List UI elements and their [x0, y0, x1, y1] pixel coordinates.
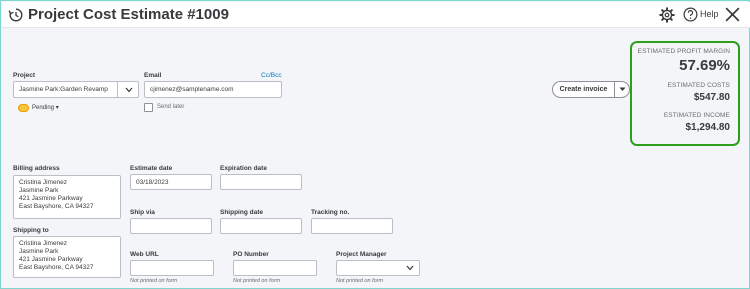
- email-value: cjimenez@samplename.com: [150, 86, 234, 93]
- email-field[interactable]: cjimenez@samplename.com: [144, 81, 282, 98]
- estimate-date-field[interactable]: 03/18/2023: [130, 174, 212, 190]
- expiration-date-label: Expiration date: [220, 165, 267, 172]
- margin-value: 57.69%: [679, 57, 730, 74]
- chevron-down-icon[interactable]: [117, 81, 139, 98]
- estimate-date-value: 03/18/2023: [136, 178, 169, 186]
- history-icon[interactable]: [8, 7, 24, 23]
- close-icon[interactable]: [724, 6, 741, 23]
- address-line: 421 Jasmine Parkway: [19, 195, 83, 202]
- caret-down-icon: [619, 87, 625, 91]
- create-invoice-menu-button[interactable]: [615, 82, 629, 97]
- shipping-date-label: Shipping date: [220, 209, 263, 216]
- send-later-label: Send later: [157, 104, 185, 110]
- tracking-no-label: Tracking no.: [311, 209, 350, 216]
- shipping-to-label: Shipping to: [13, 227, 49, 234]
- help-label[interactable]: Help: [700, 9, 719, 19]
- status-dropdown[interactable]: Pending ▾: [32, 104, 59, 111]
- address-line: Cristina Jimenez: [19, 179, 68, 186]
- address-line: East Bayshore, CA 94327: [19, 203, 94, 210]
- expiration-date-field[interactable]: [220, 174, 302, 190]
- po-number-field[interactable]: [233, 260, 317, 276]
- ship-via-field[interactable]: [130, 218, 212, 234]
- costs-label: ESTIMATED COSTS: [667, 82, 730, 89]
- estimate-date-label: Estimate date: [130, 165, 173, 172]
- create-invoice-button-group: Create invoice: [552, 81, 630, 98]
- po-number-label: PO Number: [233, 251, 269, 258]
- customer-value: Jasmine Park:Garden Revamp: [19, 86, 108, 93]
- cc-bcc-link[interactable]: Cc/Bcc: [261, 72, 282, 79]
- address-line: East Bayshore, CA 94327: [19, 264, 94, 271]
- create-invoice-button[interactable]: Create invoice: [553, 82, 615, 97]
- gear-icon[interactable]: [659, 7, 675, 23]
- profit-summary-panel: ESTIMATED PROFIT MARGIN 57.69% ESTIMATED…: [630, 41, 740, 146]
- billing-address-field[interactable]: Cristina Jimenez Jasmine Park 421 Jasmin…: [13, 175, 121, 219]
- help-icon[interactable]: [683, 7, 698, 22]
- not-printed-note: Not printed on form: [336, 278, 384, 284]
- margin-label: ESTIMATED PROFIT MARGIN: [637, 48, 730, 55]
- web-url-field[interactable]: [130, 260, 214, 276]
- title-bar: Project Cost Estimate #1009 Help: [2, 2, 750, 28]
- customer-label: Project: [13, 72, 36, 79]
- income-value: $1,294.80: [685, 122, 731, 133]
- not-printed-note: Not printed on form: [130, 278, 178, 284]
- estimate-window: Project Cost Estimate #1009 Help Project…: [0, 0, 750, 289]
- tracking-no-field[interactable]: [311, 218, 393, 234]
- project-manager-label: Project Manager: [336, 251, 387, 258]
- chevron-down-icon: [406, 265, 414, 271]
- not-printed-note: Not printed on form: [233, 278, 281, 284]
- billing-address-label: Billing address: [13, 165, 60, 172]
- shipping-date-field[interactable]: [220, 218, 302, 234]
- address-line: 421 Jasmine Parkway: [19, 256, 83, 263]
- web-url-label: Web URL: [130, 251, 159, 258]
- email-label: Email: [144, 72, 162, 79]
- address-line: Cristina Jimenez: [19, 240, 68, 247]
- project-manager-select[interactable]: [336, 260, 420, 276]
- page-title: Project Cost Estimate #1009: [28, 6, 229, 23]
- send-later-checkbox[interactable]: [144, 103, 153, 112]
- income-label: ESTIMATED INCOME: [663, 112, 730, 119]
- caret-down-icon: ▾: [55, 105, 59, 111]
- address-line: Jasmine Park: [19, 248, 59, 255]
- address-line: Jasmine Park: [19, 187, 59, 194]
- shipping-address-field[interactable]: Cristina Jimenez Jasmine Park 421 Jasmin…: [13, 236, 121, 278]
- pending-status-icon[interactable]: [18, 104, 29, 112]
- status-label: Pending: [32, 105, 55, 111]
- ship-via-label: Ship via: [130, 209, 155, 216]
- costs-value: $547.80: [693, 92, 730, 103]
